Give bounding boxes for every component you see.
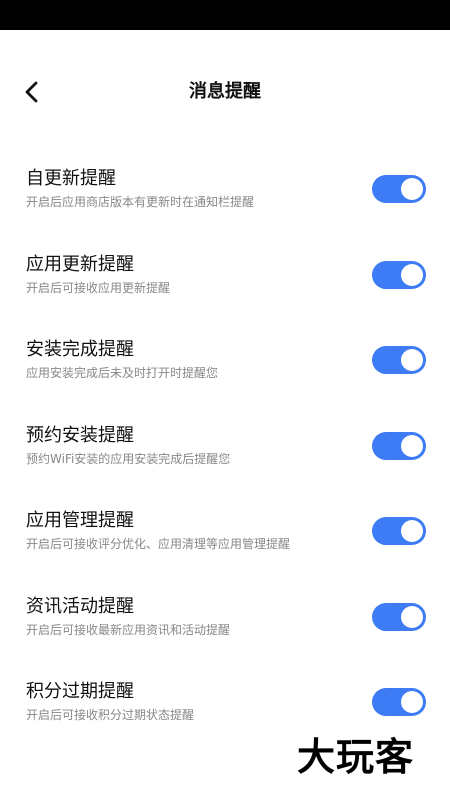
points-expiry-toggle[interactable] — [372, 688, 426, 716]
setting-row-points-expiry: 积分过期提醒 开启后可接收积分过期状态提醒 — [0, 656, 450, 742]
status-bar — [0, 0, 450, 30]
setting-row-app-management: 应用管理提醒 开启后可接收评分优化、应用清理等应用管理提醒 — [0, 485, 450, 571]
setting-title: 资讯活动提醒 — [26, 595, 134, 617]
install-complete-toggle[interactable] — [372, 346, 426, 374]
setting-title: 预约安装提醒 — [26, 424, 134, 446]
app-management-toggle[interactable] — [372, 517, 426, 545]
toggle-knob — [401, 691, 423, 713]
setting-title: 自更新提醒 — [26, 168, 116, 189]
setting-row-scheduled-install: 预约安装提醒 预约WiFi安装的应用安装完成后提醒您 — [0, 400, 450, 486]
setting-subtitle: 应用安装完成后未及时打开时提醒您 — [26, 366, 219, 380]
setting-subtitle: 开启后可接收最新应用资讯和活动提醒 — [26, 622, 231, 637]
page-title: 消息提醒 — [189, 81, 261, 102]
setting-row-self-update: 自更新提醒 开启后应用商店版本有更新时在通知栏提醒 — [0, 143, 450, 229]
scheduled-install-toggle[interactable] — [372, 431, 426, 460]
setting-subtitle: 开启后可接收应用更新提醒 — [26, 280, 171, 295]
toggle-knob — [401, 434, 423, 457]
self-update-toggle[interactable] — [372, 175, 426, 203]
news-activity-toggle[interactable] — [372, 602, 426, 631]
setting-subtitle: 预约WiFi安装的应用安装完成后提醒您 — [26, 451, 231, 466]
toggle-knob — [401, 349, 423, 371]
setting-subtitle: 开启后应用商店版本有更新时在通知栏提醒 — [26, 195, 255, 209]
setting-title: 积分过期提醒 — [26, 681, 134, 702]
toggle-knob — [401, 605, 423, 628]
toggle-knob — [401, 178, 423, 200]
header: 消息提醒 — [0, 30, 450, 150]
watermark-logo: 大玩客 — [297, 735, 415, 779]
setting-title: 应用更新提醒 — [26, 253, 134, 275]
toggle-knob — [401, 263, 423, 286]
app-update-toggle[interactable] — [372, 260, 426, 289]
setting-title: 应用管理提醒 — [26, 510, 134, 531]
setting-row-news-activity: 资讯活动提醒 开启后可接收最新应用资讯和活动提醒 — [0, 571, 450, 657]
setting-title: 安装完成提醒 — [26, 339, 134, 360]
setting-subtitle: 开启后可接收积分过期状态提醒 — [26, 708, 195, 722]
toggle-knob — [401, 520, 423, 542]
setting-row-install-complete: 安装完成提醒 应用安装完成后未及时打开时提醒您 — [0, 314, 450, 400]
setting-row-app-update: 应用更新提醒 开启后可接收应用更新提醒 — [0, 229, 450, 315]
setting-subtitle: 开启后可接收评分优化、应用清理等应用管理提醒 — [26, 537, 291, 551]
settings-list: 自更新提醒 开启后应用商店版本有更新时在通知栏提醒 应用更新提醒 开启后可接收应… — [0, 143, 450, 742]
